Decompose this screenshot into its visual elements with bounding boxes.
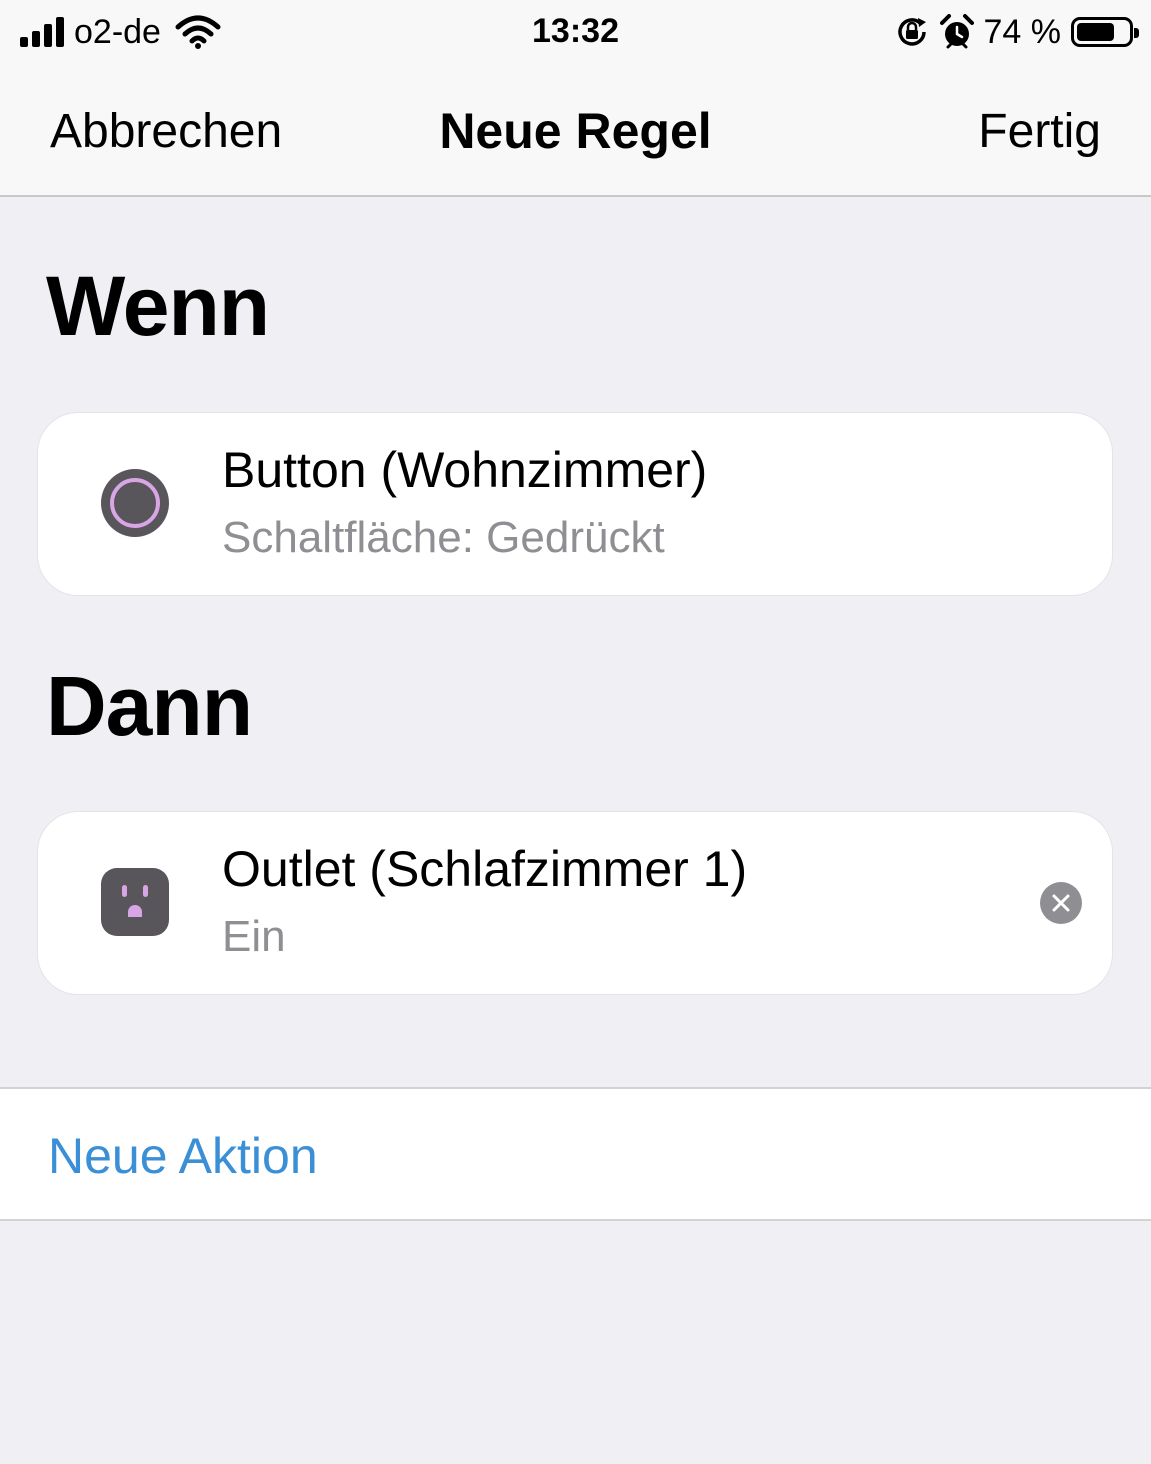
battery-percent: 74 % (983, 12, 1062, 51)
battery-level-fill (1077, 23, 1114, 41)
trigger-card[interactable]: Button (Wohnzimmer) Schaltfläche: Gedrüc… (38, 413, 1112, 595)
alarm-icon (939, 14, 974, 49)
battery-icon (1071, 17, 1139, 47)
outlet-icon (101, 868, 169, 936)
action-subtitle: Ein (222, 912, 286, 961)
action-card[interactable]: Outlet (Schlafzimmer 1) Ein (38, 812, 1112, 994)
status-bar-right: 74 % (894, 12, 1139, 52)
action-title: Outlet (Schlafzimmer 1) (222, 841, 748, 897)
navigation-bar: Abbrechen Neue Regel Fertig (0, 70, 1151, 197)
status-bar: o2-de 13:32 74 % (0, 0, 1151, 70)
trigger-subtitle: Schaltfläche: Gedrückt (222, 513, 665, 562)
then-heading: Dann (46, 659, 253, 753)
trigger-title: Button (Wohnzimmer) (222, 442, 708, 498)
button-device-icon (101, 469, 169, 537)
new-action-row[interactable]: Neue Aktion (0, 1087, 1151, 1221)
orientation-lock-icon (897, 18, 926, 46)
when-heading: Wenn (46, 259, 270, 353)
done-button[interactable]: Fertig (978, 104, 1101, 159)
remove-icon (1052, 894, 1070, 912)
new-action-button[interactable]: Neue Aktion (48, 1127, 318, 1185)
remove-action-button[interactable] (1040, 882, 1082, 924)
